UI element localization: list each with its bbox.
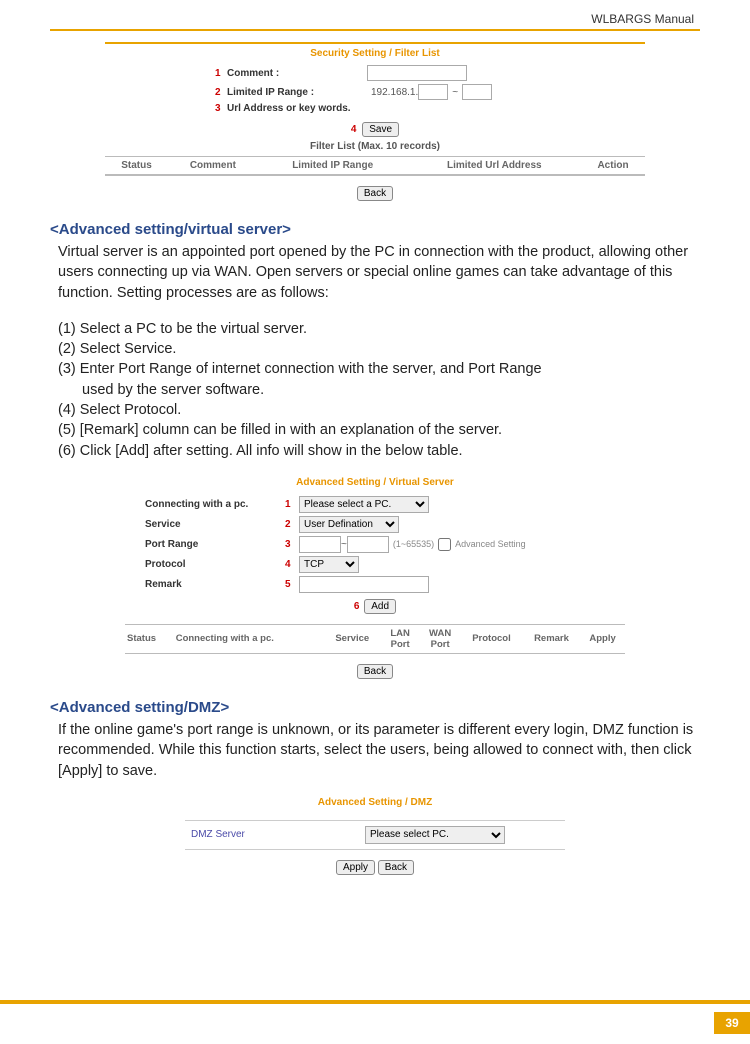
apply-button[interactable]: Apply (336, 860, 375, 875)
th-comment: Comment (168, 157, 258, 175)
marker-2: 2 (215, 87, 227, 98)
virtual-server-heading: <Advanced setting/virtual server> (50, 221, 700, 238)
vs-th-status: Status (125, 624, 174, 653)
vs-lbl-remark: Remark (145, 579, 285, 590)
vs-marker-4: 4 (285, 559, 299, 570)
ip-from-input[interactable] (418, 84, 448, 100)
vs-marker-3: 3 (285, 539, 299, 550)
marker-3: 3 (215, 103, 227, 114)
back-button-3[interactable]: Back (378, 860, 414, 875)
dmz-heading: <Advanced setting/DMZ> (50, 699, 700, 716)
step-1: (1) Select a PC to be the virtual server… (58, 319, 700, 339)
marker-1: 1 (215, 68, 227, 79)
ip-prefix: 192.168.1. (367, 87, 418, 98)
advanced-label: Advanced Setting (455, 539, 526, 549)
dmz-select[interactable]: Please select PC. (365, 826, 505, 844)
step-6: (6) Click [Add] after setting. All info … (58, 441, 700, 461)
dmz-server-label: DMZ Server (185, 829, 365, 840)
vs-marker-1: 1 (285, 499, 299, 510)
filter-title: Security Setting / Filter List (105, 48, 645, 59)
service-select[interactable]: User Defination (299, 516, 399, 533)
ip-to-input[interactable] (462, 84, 492, 100)
virtual-server-steps: (1) Select a PC to be the virtual server… (58, 319, 700, 461)
vs-marker-5: 5 (285, 579, 299, 590)
th-action: Action (581, 157, 645, 175)
vs-lbl-service: Service (145, 519, 285, 530)
port-from-input[interactable] (299, 536, 341, 553)
remark-input[interactable] (299, 576, 429, 593)
vs-th-remark: Remark (523, 624, 580, 653)
advanced-checkbox[interactable] (438, 538, 451, 551)
vs-th-conn: Connecting with a pc. (174, 624, 325, 653)
dmz-screenshot: Advanced Setting / DMZ DMZ Server Please… (185, 797, 565, 875)
back-button-1[interactable]: Back (357, 186, 393, 201)
vs-lbl-protocol: Protocol (145, 559, 285, 570)
virtual-server-para: Virtual server is an appointed port open… (58, 242, 700, 303)
dmz-title: Advanced Setting / DMZ (185, 797, 565, 808)
url-label: Url Address or key words. (227, 103, 527, 114)
top-divider (50, 29, 700, 31)
bottom-divider (0, 1000, 750, 1004)
virtual-server-screenshot: Advanced Setting / Virtual Server Connec… (125, 477, 625, 679)
limited-ip-label: Limited IP Range : (227, 87, 367, 98)
pc-select[interactable]: Please select a PC. (299, 496, 429, 513)
filter-list-title: Filter List (Max. 10 records) (105, 141, 645, 152)
vs-th-wan: WAN Port (420, 624, 460, 653)
vs-lbl-pc: Connecting with a pc. (145, 499, 285, 510)
vs-th-apply: Apply (580, 624, 625, 653)
dmz-para: If the online game's port range is unkno… (58, 720, 700, 781)
step-5: (5) [Remark] column can be filled in wit… (58, 420, 700, 440)
back-button-2[interactable]: Back (357, 664, 393, 679)
add-button[interactable]: Add (364, 599, 396, 614)
th-url: Limited Url Address (408, 157, 581, 175)
header-title: WLBARGS Manual (591, 12, 694, 26)
step-2: (2) Select Service. (58, 339, 700, 359)
page-number: 39 (714, 1012, 750, 1034)
port-to-input[interactable] (347, 536, 389, 553)
step-3b: used by the server software. (58, 380, 700, 400)
save-button[interactable]: Save (362, 122, 399, 137)
th-status: Status (105, 157, 168, 175)
step-4: (4) Select Protocol. (58, 400, 700, 420)
protocol-select[interactable]: TCP (299, 556, 359, 573)
vs-title: Advanced Setting / Virtual Server (125, 477, 625, 488)
vs-th-lan: LAN Port (380, 624, 420, 653)
vs-marker-2: 2 (285, 519, 299, 530)
filter-list-screenshot: Security Setting / Filter List 1 Comment… (105, 42, 645, 201)
port-hint: (1~65535) (393, 539, 434, 549)
comment-input[interactable] (367, 65, 467, 81)
vs-th-protocol: Protocol (460, 624, 523, 653)
vs-th-service: Service (324, 624, 380, 653)
marker-4: 4 (351, 124, 357, 135)
vs-table: Status Connecting with a pc. Service LAN… (125, 624, 625, 654)
step-3: (3) Enter Port Range of internet connect… (58, 359, 700, 379)
vs-lbl-port: Port Range (145, 539, 285, 550)
vs-marker-6: 6 (354, 601, 360, 612)
th-iprange: Limited IP Range (258, 157, 408, 175)
filter-table: Status Comment Limited IP Range Limited … (105, 156, 645, 175)
comment-label: Comment : (227, 68, 367, 79)
page-content: Security Setting / Filter List 1 Comment… (50, 42, 700, 875)
